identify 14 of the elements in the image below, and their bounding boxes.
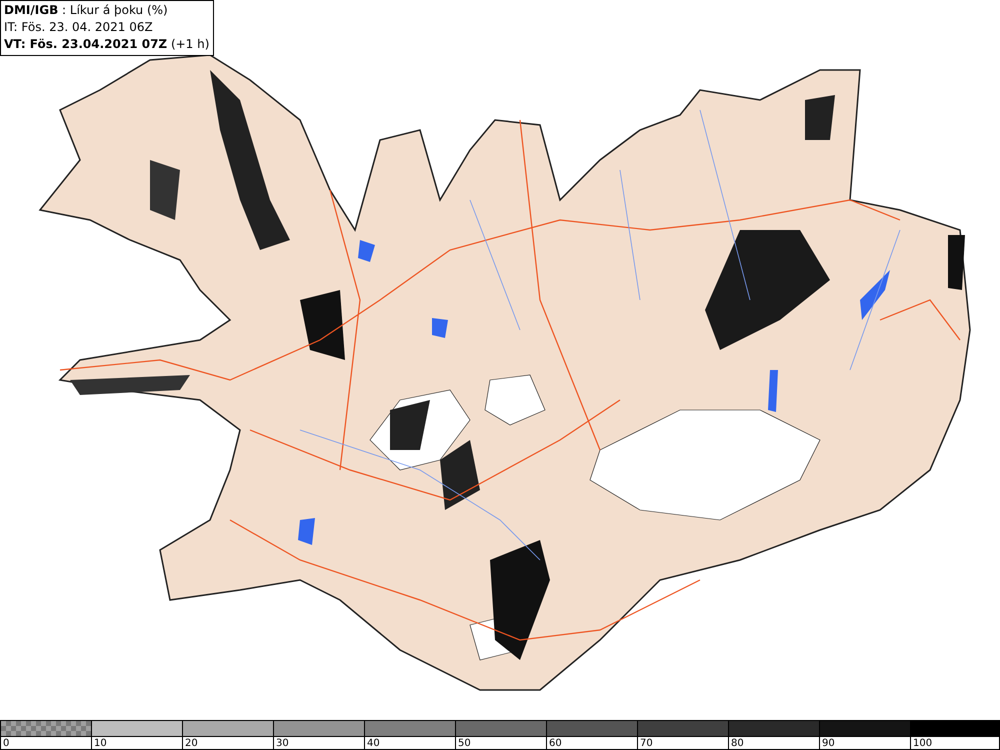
info-text: DMI/IGB : Líkur á þoku (%) [4, 2, 169, 19]
legend-label: 50 [457, 737, 471, 750]
info-text: VT: Fös. 23.04.2021 07Z (+1 h) [4, 36, 210, 53]
legend-label: 80 [730, 737, 744, 750]
legend-label: 60 [548, 737, 562, 750]
legend-label: 40 [366, 737, 380, 750]
legend-label: 30 [275, 737, 289, 750]
legend-label: 0 [2, 737, 10, 750]
legend-label: 20 [184, 737, 198, 750]
legend-label: 100 [912, 737, 932, 750]
legend-label: 70 [639, 737, 653, 750]
legend-label: 90 [821, 737, 835, 750]
legend-label: 10 [93, 737, 107, 750]
info-text: IT: Fös. 23. 04. 2021 06Z [4, 19, 154, 36]
